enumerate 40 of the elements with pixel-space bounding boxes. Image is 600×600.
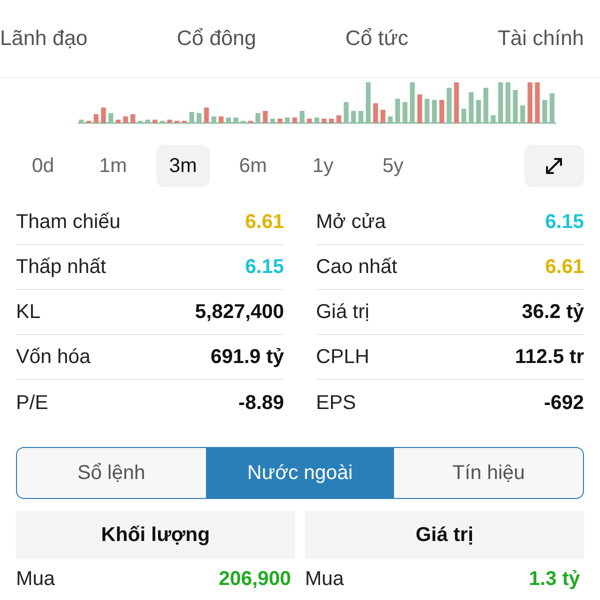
tab[interactable]: Cổ đông [176, 22, 256, 54]
stat-value: 6.61 [245, 210, 284, 235]
period-button[interactable]: 5y [366, 145, 420, 187]
stat-value: -8.89 [238, 390, 284, 416]
column-header: Khối lượng [16, 511, 295, 559]
stat-label: P/E [16, 390, 48, 416]
stat-label: KL [16, 300, 40, 325]
row-value: 206,900 [218, 567, 291, 592]
stat-label: CPLH [316, 345, 370, 370]
stat-label: Thấp nhất [16, 255, 106, 280]
stat-value: 5,827,400 [195, 300, 284, 325]
stat-label: Cao nhất [316, 255, 398, 280]
period-button[interactable]: 6m [226, 145, 280, 187]
segment-tab[interactable]: Tín hiệu [394, 448, 583, 498]
stat-value: 6.15 [545, 210, 584, 235]
stat-label: Tham chiếu [16, 210, 120, 235]
stat-label: Mở cửa [316, 210, 386, 235]
tab[interactable]: Lãnh đạo [0, 22, 88, 54]
row-label: Mua [305, 567, 344, 592]
row-value: 1.3 tỷ [528, 567, 580, 592]
tab[interactable]: Cổ tức [345, 22, 408, 54]
stat-value: 6.15 [245, 255, 284, 280]
stat-label: EPS [316, 390, 356, 416]
stat-value: 36.2 tỷ [522, 300, 584, 325]
period-button[interactable]: 1m [86, 145, 140, 187]
stat-value: 6.61 [545, 255, 584, 280]
stat-value: -692 [544, 390, 584, 416]
stat-label: Giá trị [316, 300, 370, 325]
row-label: Mua [16, 567, 55, 592]
stat-value: 691.9 tỷ [210, 345, 284, 370]
expand-button[interactable] [524, 145, 584, 187]
segment-tab[interactable]: Sổ lệnh [17, 448, 206, 498]
period-button[interactable]: 3m [156, 145, 210, 187]
period-button[interactable]: 1y [296, 145, 350, 187]
segment-tab[interactable]: Nước ngoài [206, 448, 394, 498]
period-button[interactable]: 0d [16, 145, 70, 187]
stat-value: 112.5 tr [515, 345, 584, 370]
column-header: Giá trị [305, 511, 584, 559]
stat-label: Vốn hóa [16, 345, 91, 370]
tab[interactable]: Tài chính [498, 22, 584, 54]
